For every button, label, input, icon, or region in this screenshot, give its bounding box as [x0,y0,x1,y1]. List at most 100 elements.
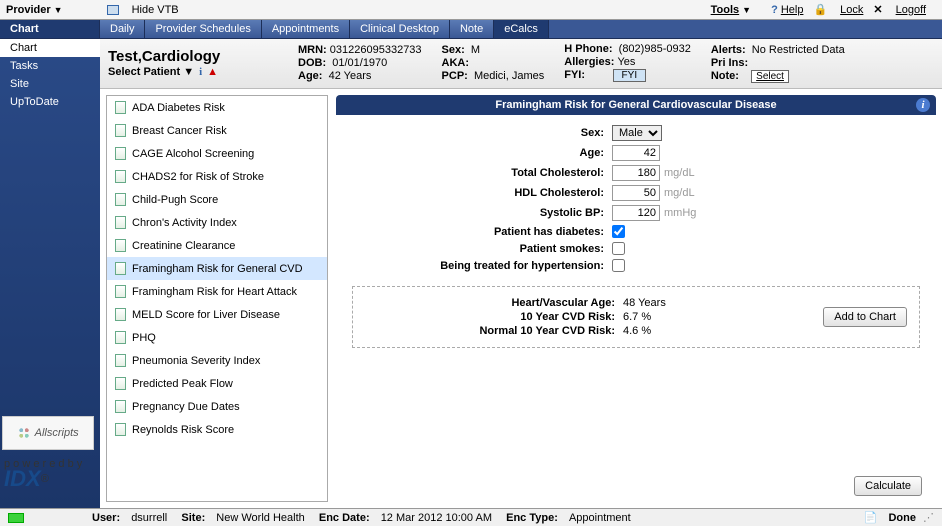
tab-appointments[interactable]: Appointments [262,20,350,38]
smokes-checkbox[interactable] [612,242,625,255]
help-link[interactable]: ? Help [771,4,803,16]
sidepanel-chart[interactable]: Chart [0,39,100,57]
systolic-bp-input[interactable] [612,205,660,221]
status-user-label: User: [92,512,120,524]
main-area: Chart Tasks Site UpToDate Test,Cardiolog… [0,39,942,508]
calculator-title: Framingham Risk for General Cardiovascul… [495,99,776,111]
alerts-value: No Restricted Data [752,44,845,56]
calculator-icon [115,285,126,298]
calc-list-item[interactable]: Pneumonia Severity Index [107,349,327,372]
note-select-button[interactable]: Select [751,70,789,83]
calc-list-item[interactable]: PHQ [107,326,327,349]
tab-chart-side[interactable]: Chart [0,20,100,38]
tab-clinical-desktop[interactable]: Clinical Desktop [350,20,450,38]
sex-field-label: Sex: [352,127,612,139]
calculator-icon [115,239,126,252]
hide-vtb-button[interactable]: Hide VTB [107,4,189,16]
tab-ecalcs[interactable]: eCalcs [494,20,549,38]
total-cholesterol-input[interactable] [612,165,660,181]
lock-button[interactable]: 🔒 Lock [813,3,863,16]
calc-list-item[interactable]: Chron's Activity Index [107,211,327,234]
provider-dropdown[interactable]: Provider ▼ [6,4,73,16]
calc-list-item-label: Framingham Risk for General CVD [132,263,303,275]
status-done: Done [888,512,916,524]
status-type: Appointment [569,512,631,524]
sidepanel-tasks[interactable]: Tasks [0,57,100,75]
calc-list-item[interactable]: Child-Pugh Score [107,188,327,211]
tab-provider-schedules[interactable]: Provider Schedules [145,20,261,38]
calc-list-item[interactable]: Framingham Risk for General CVD [107,257,327,280]
sbp-unit: mmHg [664,207,696,219]
dob-label: DOB: [298,57,326,69]
tools-menu[interactable]: Tools ▼ [711,4,761,16]
sex-select[interactable]: Male [612,125,662,141]
calc-list-item-label: Creatinine Clearance [132,240,235,252]
hdl-cholesterol-input[interactable] [612,185,660,201]
info-icon[interactable]: i [916,98,930,112]
calc-list-item-label: Pneumonia Severity Index [132,355,260,367]
alert-icon[interactable]: ▲ [207,66,218,78]
sex-value: M [471,44,480,56]
dob-value: 01/01/1970 [332,57,387,69]
info-icon[interactable]: i [199,66,202,78]
calculator-icon [115,262,126,275]
chevron-down-icon: ▼ [54,5,63,15]
allergies-label: Allergies: [564,56,614,68]
hphone-label: H Phone: [564,43,612,55]
document-icon: 📄 [864,511,878,524]
hva-value: 48 Years [623,297,666,309]
calc-list-item[interactable]: CAGE Alcohol Screening [107,142,327,165]
status-enc: 12 Mar 2012 10:00 AM [381,512,492,524]
ncvd-value: 4.6 % [623,325,651,337]
calc-list-item[interactable]: Predicted Peak Flow [107,372,327,395]
calc-list-item[interactable]: Breast Cancer Risk [107,119,327,142]
idx-logo: p o w e r e d b y IDX® [2,456,94,490]
add-to-chart-button[interactable]: Add to Chart [823,307,907,327]
calculator-title-bar: Framingham Risk for General Cardiovascul… [336,95,936,115]
select-patient-button[interactable]: Select Patient ▼ [108,66,194,78]
monitor-icon [107,5,119,15]
age-input[interactable] [612,145,660,161]
calc-list-item-label: MELD Score for Liver Disease [132,309,280,321]
calculator-icon [115,170,126,183]
calculator-footer: Calculate [336,470,936,502]
calc-list-item[interactable]: MELD Score for Liver Disease [107,303,327,326]
calculator-icon [115,331,126,344]
calculator-icon [115,216,126,229]
allscripts-logo: Allscripts [2,416,94,450]
calc-list-item[interactable]: Pregnancy Due Dates [107,395,327,418]
tab-strip: Chart Daily Provider Schedules Appointme… [0,20,942,39]
fyi-button[interactable]: FYI [613,69,647,82]
tab-daily[interactable]: Daily [100,20,145,38]
calculator-icon [115,377,126,390]
aka-label: AKA: [442,57,470,69]
sidepanel-uptodate[interactable]: UpToDate [0,93,100,111]
close-icon: ✕ [873,3,882,16]
status-bar: User: dsurrell Site: New World Health En… [0,508,942,526]
calc-list-item[interactable]: ADA Diabetes Risk [107,96,327,119]
diabetes-field-label: Patient has diabetes: [352,226,612,238]
work-area: ADA Diabetes RiskBreast Cancer RiskCAGE … [100,89,942,508]
resize-grip-icon[interactable]: ⋰ [920,511,934,524]
fyi-label: FYI: [564,69,585,81]
ncvd-label: Normal 10 Year CVD Risk: [365,325,623,337]
calc-list-item[interactable]: Framingham Risk for Heart Attack [107,280,327,303]
calc-list-item[interactable]: Reynolds Risk Score [107,418,327,441]
calc-list-item[interactable]: Creatinine Clearance [107,234,327,257]
age-label: Age: [298,70,322,82]
calculator-icon [115,124,126,137]
diabetes-checkbox[interactable] [612,225,625,238]
logoff-button[interactable]: ✕ Logoff [873,3,926,16]
htn-checkbox[interactable] [612,259,625,272]
mrn-label: MRN: [298,44,327,56]
calc-list-item-label: Predicted Peak Flow [132,378,233,390]
calculator-pane: Framingham Risk for General Cardiovascul… [336,95,936,502]
calculate-button[interactable]: Calculate [854,476,922,496]
sidepanel-site[interactable]: Site [0,75,100,93]
calculator-icon [115,308,126,321]
chevron-down-icon: ▼ [742,5,751,15]
tc-unit: mg/dL [664,167,695,179]
calc-list-item[interactable]: CHADS2 for Risk of Stroke [107,165,327,188]
tab-note[interactable]: Note [450,20,494,38]
calculator-list[interactable]: ADA Diabetes RiskBreast Cancer RiskCAGE … [106,95,328,502]
